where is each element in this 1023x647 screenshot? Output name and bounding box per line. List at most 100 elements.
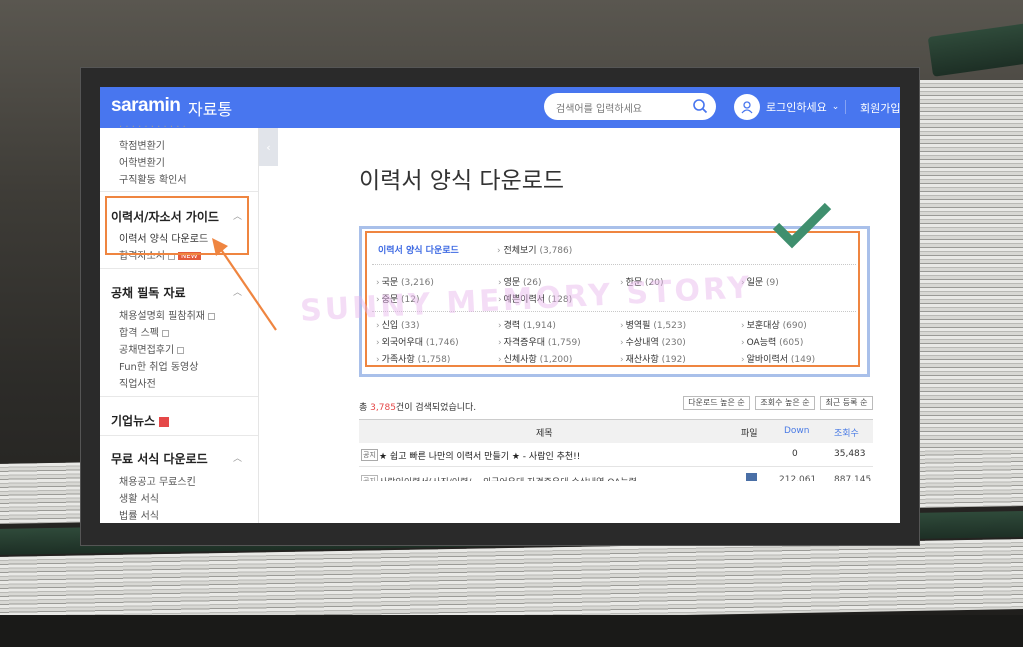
category-count: (1,759) xyxy=(547,338,581,348)
sidebar-item[interactable]: 공채면접후기 xyxy=(119,341,185,356)
category-label: 수상내역 xyxy=(625,338,659,348)
category-item[interactable]: › 신체사항 (1,200) xyxy=(498,352,572,365)
column-header-file: 파일 xyxy=(741,429,758,439)
category-count: (192) xyxy=(661,355,686,365)
sidebar-link[interactable]: 학점변환기 xyxy=(119,137,165,152)
result-count: 3,785 xyxy=(370,403,396,413)
column-header-views[interactable]: 조회수 xyxy=(834,426,859,439)
sort-by-downloads-button[interactable]: 다운로드 높은 순 xyxy=(683,396,750,410)
category-item[interactable]: › 경력 (1,914) xyxy=(498,318,556,331)
sidebar-item-label: 채용설명회 필참취재 xyxy=(119,311,205,322)
category-selected[interactable]: 이력서 양식 다운로드 xyxy=(378,246,459,256)
sidebar-section-title[interactable]: 공채 필독 자료 xyxy=(111,284,186,301)
category-count: (1,200) xyxy=(539,355,573,365)
category-count: (690) xyxy=(782,321,807,331)
category-count: (9) xyxy=(766,278,779,288)
sidebar-divider xyxy=(100,191,258,192)
table-row[interactable]: 공지 ★ 쉽고 빠른 나만의 이력서 만들기 ★ - 사람인 추천!! 0 35… xyxy=(359,443,873,467)
paper-stack xyxy=(905,80,1023,450)
category-count: (1,914) xyxy=(523,321,556,331)
category-item[interactable]: › 자격증우대 (1,759) xyxy=(498,335,581,348)
category-count: (149) xyxy=(790,355,816,365)
external-link-icon xyxy=(177,346,185,354)
sidebar-item[interactable]: 합격 스펙 xyxy=(119,324,169,339)
category-count: (605) xyxy=(779,338,804,348)
user-icon xyxy=(734,93,760,120)
category-item[interactable]: › 외국어우대 (1,746) xyxy=(376,335,459,348)
news-icon xyxy=(159,416,170,427)
category-label: 외국어우대 xyxy=(381,338,424,348)
category-label: 가족사항 xyxy=(381,355,415,365)
category-all[interactable]: › 전체보기 (3,786) xyxy=(497,243,572,256)
column-header-down[interactable]: Down xyxy=(784,426,810,436)
column-header-title: 제목 xyxy=(536,429,553,439)
sidebar-divider xyxy=(100,435,258,436)
sidebar-link[interactable]: 어학변환기 xyxy=(119,154,165,169)
category-label: 병역필 xyxy=(625,321,651,331)
sidebar-section-title: 기업뉴스 xyxy=(111,414,156,428)
sidebar-section-title[interactable]: 무료 서식 다운로드 xyxy=(111,450,208,467)
login-button[interactable]: 로그인하세요 ⌄ xyxy=(734,93,839,120)
sidebar-link-cut: · · · · · · · · · · · xyxy=(119,122,186,133)
search-icon[interactable] xyxy=(692,98,708,114)
category-label: 알바이력서 xyxy=(746,355,789,365)
result-prefix: 총 xyxy=(359,403,371,413)
login-label: 로그인하세요 xyxy=(766,100,827,114)
notice-tag: 공지 xyxy=(361,449,378,461)
result-count-text: 총 3,785건이 검색되었습니다. xyxy=(359,400,476,413)
header-bar: saramin 자료통 검색어를 입력하세요 로그인하세요 ⌄ 회원가입 xyxy=(100,87,900,128)
sidebar-divider xyxy=(100,396,258,397)
category-item[interactable]: › OA능력 (605) xyxy=(741,335,803,348)
sidebar: · · · · · · · · · · · 학점변환기 어학변환기 구직활동 확… xyxy=(100,122,259,523)
search-placeholder: 검색어를 입력하세요 xyxy=(556,104,642,115)
category-all-count: (3,786) xyxy=(539,246,573,256)
category-item[interactable]: › 가족사항 (1,758) xyxy=(376,352,450,365)
sidebar-section-news[interactable]: 기업뉴스 xyxy=(111,412,170,429)
row-view-count: 35,483 xyxy=(834,449,866,459)
sidebar-item[interactable]: Fun한 취업 동영상 xyxy=(119,358,198,373)
sidebar-item[interactable]: 채용공고 무료스킨 xyxy=(119,473,196,488)
result-suffix: 건이 검색되었습니다. xyxy=(395,403,477,413)
binder xyxy=(0,615,1023,647)
saramin-logo[interactable]: saramin xyxy=(111,95,181,117)
category-item[interactable]: › 병역필 (1,523) xyxy=(620,318,686,331)
sort-by-views-button[interactable]: 조회수 높은 순 xyxy=(755,396,815,410)
sidebar-item-label: 공채면접후기 xyxy=(119,345,175,356)
external-link-icon xyxy=(207,312,215,320)
category-item[interactable]: › 보훈대상 (690) xyxy=(741,318,807,331)
category-count: (1,746) xyxy=(425,338,459,348)
category-item[interactable]: › 국문 (3,216) xyxy=(376,275,434,288)
sidebar-link[interactable]: 구직활동 확인서 xyxy=(119,171,187,186)
search-input[interactable]: 검색어를 입력하세요 xyxy=(544,93,716,120)
row-cutoff xyxy=(359,481,873,523)
chevron-down-icon: ⌄ xyxy=(831,101,840,112)
row-title-link[interactable]: ★ 쉽고 빠른 나만의 이력서 만들기 ★ - 사람인 추천!! xyxy=(379,449,580,462)
sidebar-item[interactable]: 채용설명회 필참취재 xyxy=(119,307,215,322)
category-all-label: 전체보기 xyxy=(503,246,537,256)
logo-subtitle[interactable]: 자료통 xyxy=(188,96,232,120)
category-count: (1,758) xyxy=(417,355,451,365)
category-label: OA능력 xyxy=(746,338,777,348)
category-label: 신체사항 xyxy=(503,355,537,365)
join-link[interactable]: 회원가입 xyxy=(860,100,900,116)
category-label: 경력 xyxy=(503,321,521,331)
sidebar-item[interactable]: 직업사전 xyxy=(119,375,156,390)
sidebar-item-resume-download[interactable]: 이력서 양식 다운로드 xyxy=(119,230,208,245)
sidebar-collapse-button[interactable]: ‹ xyxy=(259,128,278,166)
sidebar-item[interactable]: 법률 서식 xyxy=(119,507,159,522)
category-item[interactable]: › 알바이력서 (149) xyxy=(741,352,815,365)
sidebar-item[interactable]: 생활 서식 xyxy=(119,490,159,505)
sidebar-item-label: 합격 스펙 xyxy=(119,328,159,339)
sidebar-section-title[interactable]: 이력서/자소서 가이드 xyxy=(111,208,219,225)
sidebar-item-cover-letter[interactable]: 합격자소서 NEW xyxy=(119,247,201,262)
chevron-up-icon[interactable]: ︿ xyxy=(233,451,242,464)
category-item[interactable]: › 재산사항 (192) xyxy=(620,352,686,365)
category-count: (230) xyxy=(661,338,686,348)
category-label: 보훈대상 xyxy=(746,321,780,331)
category-item[interactable]: › 수상내역 (230) xyxy=(620,335,686,348)
table-header: 제목 파일 Down 조회수 xyxy=(359,419,873,443)
new-badge: NEW xyxy=(178,252,201,260)
chevron-up-icon[interactable]: ︿ xyxy=(233,285,242,298)
sort-by-recent-button[interactable]: 최근 등록 순 xyxy=(820,396,873,410)
chevron-up-icon[interactable]: ︿ xyxy=(233,209,242,222)
